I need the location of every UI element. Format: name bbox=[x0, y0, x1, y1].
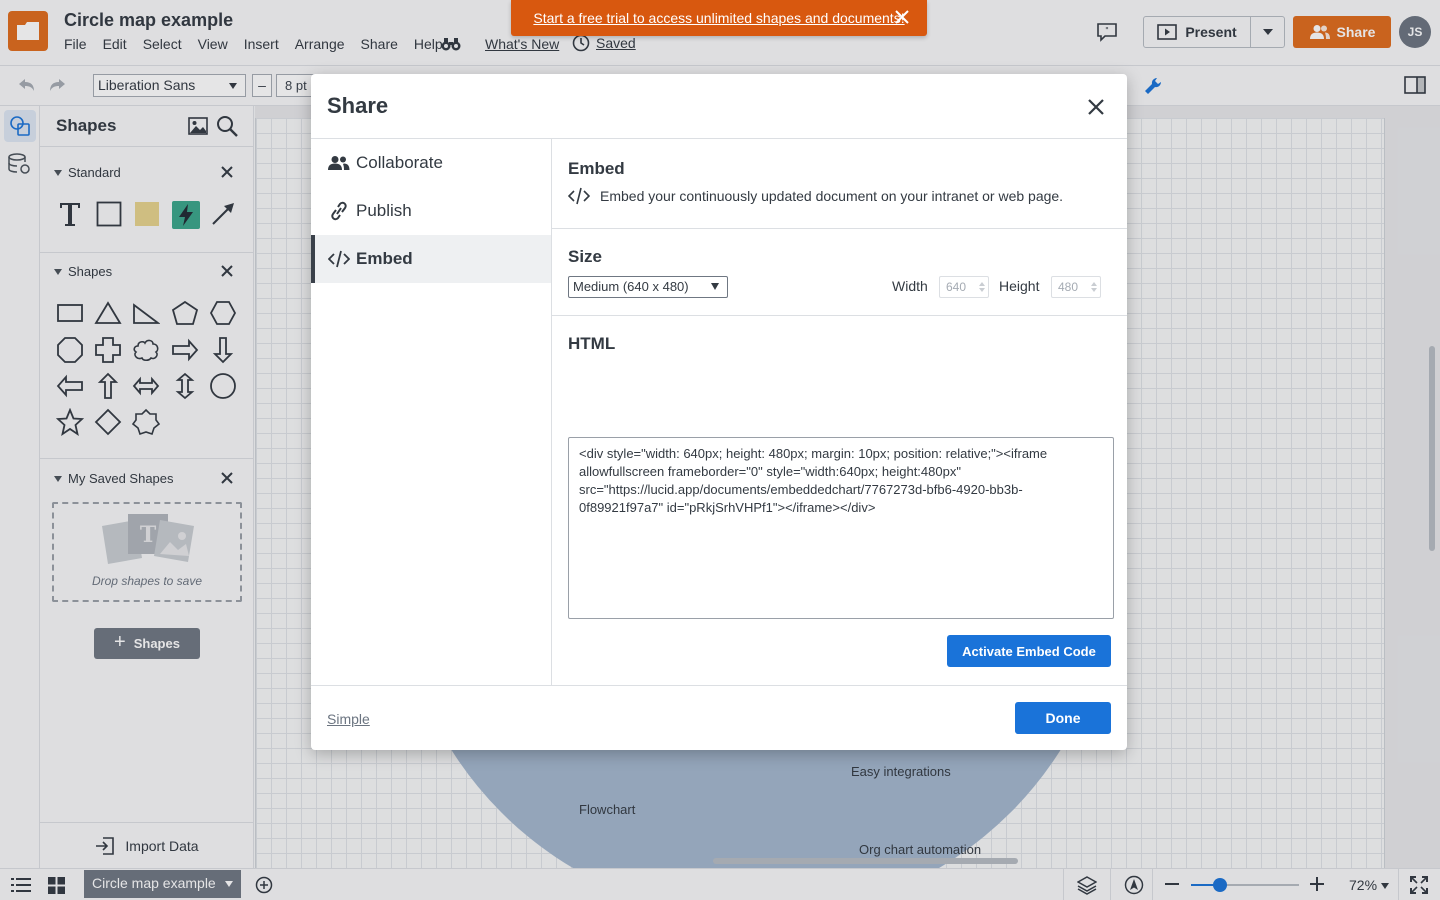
share-dialog-title: Share bbox=[327, 93, 389, 118]
tab-collaborate-label: Collaborate bbox=[356, 153, 443, 172]
divider bbox=[311, 685, 1127, 686]
html-heading: HTML bbox=[568, 334, 616, 353]
size-heading: Size bbox=[568, 247, 603, 266]
done-button[interactable]: Done bbox=[1015, 702, 1111, 734]
chevron-down-icon bbox=[711, 283, 719, 290]
width-label: Width bbox=[892, 278, 928, 294]
embed-html-code[interactable]: <div style="width: 640px; height: 480px;… bbox=[568, 437, 1114, 619]
divider bbox=[552, 228, 1127, 229]
tab-embed-label: Embed bbox=[356, 249, 413, 268]
close-icon[interactable] bbox=[1087, 98, 1105, 116]
embed-description-text: Embed your continuously updated document… bbox=[600, 188, 1064, 204]
height-input[interactable]: 480 bbox=[1051, 276, 1101, 298]
embed-size-value: Medium (640 x 480) bbox=[573, 279, 689, 294]
code-icon bbox=[568, 187, 590, 205]
embed-description: Embed your continuously updated document… bbox=[568, 187, 1063, 205]
tab-publish[interactable]: Publish bbox=[311, 187, 551, 235]
people-icon bbox=[328, 156, 350, 170]
activate-embed-code-button[interactable]: Activate Embed Code bbox=[947, 635, 1111, 667]
height-value: 480 bbox=[1058, 280, 1079, 294]
close-icon[interactable] bbox=[893, 8, 911, 26]
width-value: 640 bbox=[946, 280, 967, 294]
share-dialog-nav: Collaborate Publish Embed bbox=[311, 139, 552, 685]
link-icon bbox=[331, 201, 347, 221]
code-icon bbox=[328, 250, 350, 268]
width-input[interactable]: 640 bbox=[939, 276, 989, 298]
stepper-icon[interactable] bbox=[979, 281, 985, 293]
trial-banner: Start a free trial to access unlimited s… bbox=[511, 0, 927, 36]
tab-embed[interactable]: Embed bbox=[311, 235, 551, 283]
stepper-icon[interactable] bbox=[1091, 281, 1097, 293]
simple-link[interactable]: Simple bbox=[327, 711, 370, 727]
trial-banner-link[interactable]: Start a free trial to access unlimited s… bbox=[533, 10, 904, 26]
height-label: Height bbox=[999, 278, 1040, 294]
tab-publish-label: Publish bbox=[356, 201, 412, 220]
embed-size-select[interactable]: Medium (640 x 480) bbox=[568, 276, 728, 298]
divider bbox=[552, 315, 1127, 316]
embed-heading: Embed bbox=[568, 159, 625, 178]
share-dialog: Share Collaborate Publish Embed Embed Em… bbox=[311, 74, 1127, 750]
embed-panel: Embed Embed your continuously updated do… bbox=[552, 139, 1127, 685]
tab-collaborate[interactable]: Collaborate bbox=[311, 139, 551, 187]
